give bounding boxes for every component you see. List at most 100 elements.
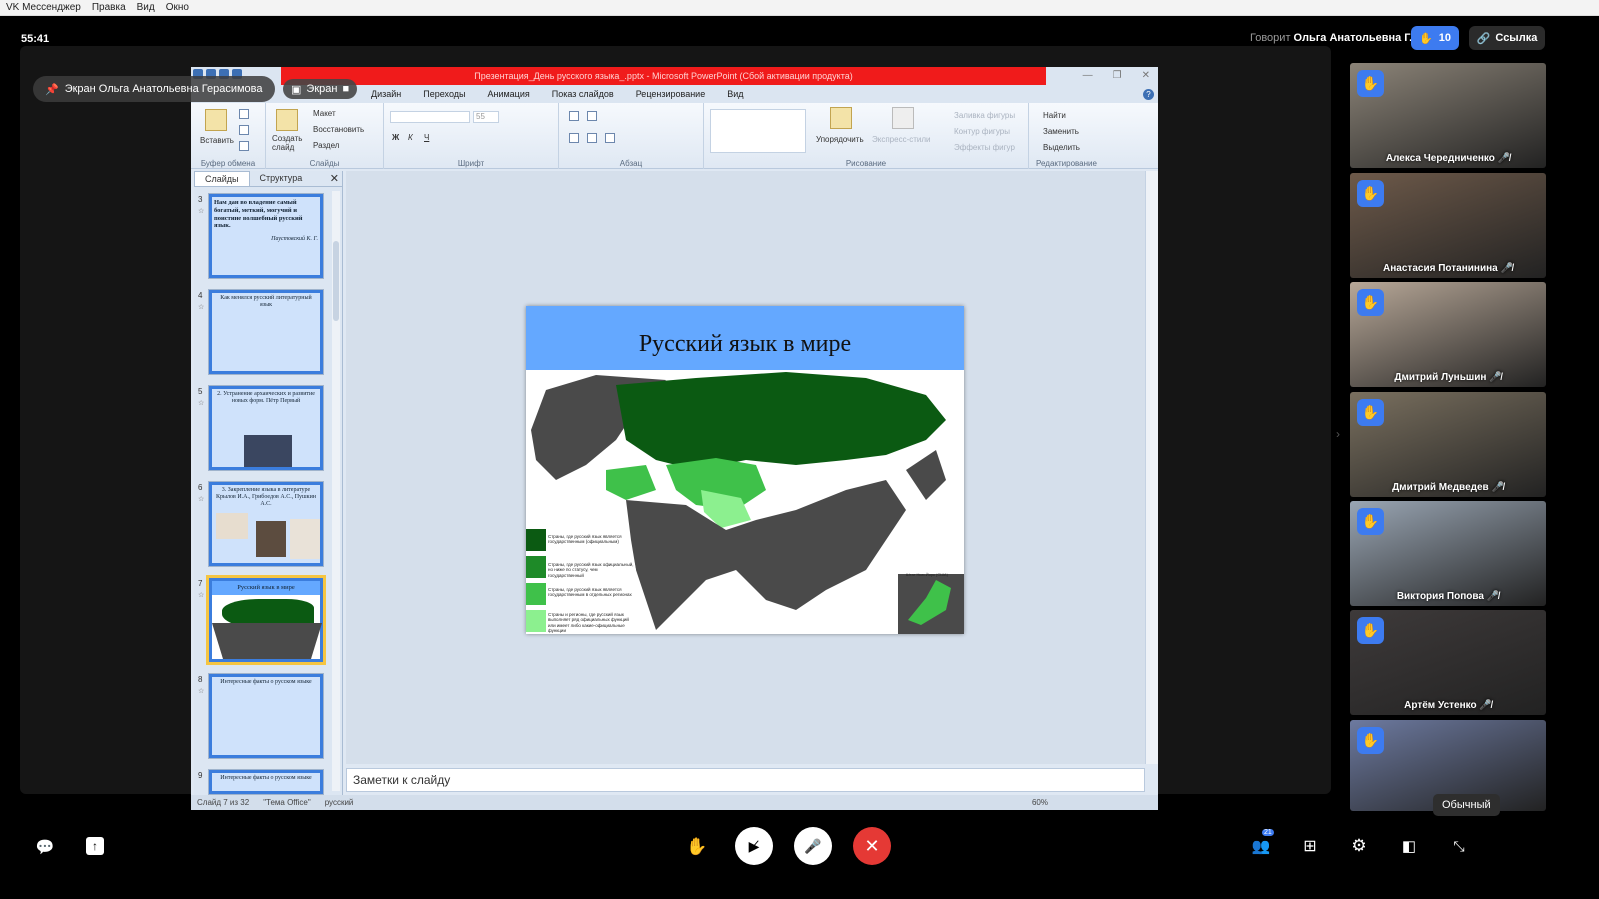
grid-view-icon[interactable]: ⊞ [1300,836,1320,856]
tab-review[interactable]: Рецензирование [636,89,706,99]
font-family-select[interactable] [390,111,470,123]
font-size-select[interactable]: 55 [473,111,499,123]
tab-slideshow[interactable]: Показ слайдов [552,89,614,99]
star-icon: ☆ [198,496,205,503]
align-center-icon[interactable] [587,133,597,143]
chevron-right-icon[interactable]: › [1336,427,1340,441]
shape-fill-button[interactable]: Заливка фигуры [954,111,1015,120]
slide-thumbnail-8[interactable]: Интересные факты о русском языке [208,673,324,759]
legend-swatch [526,610,546,632]
group-label-editing: Редактирование [1036,159,1097,168]
muted-mic-icon: 🎤̸ [1491,482,1504,493]
participant-tile[interactable]: ✋ Артём Устенко 🎤̸ [1350,610,1546,715]
close-icon[interactable]: ✕ [1142,70,1150,81]
menu-item-window[interactable]: Окно [166,2,189,13]
end-call-button[interactable]: ✕ [853,827,891,865]
align-right-icon[interactable] [605,133,615,143]
pane-tab-slides[interactable]: Слайды [194,171,250,186]
close-icon: ✕ [864,835,880,856]
thumb-text: Интересные факты о русском языке [220,679,312,685]
menu-item-edit[interactable]: Правка [92,2,126,13]
thumb-text: 2. Устранение архаических и развитие нов… [217,391,315,405]
reset-button[interactable]: Восстановить [313,125,364,134]
tab-transitions[interactable]: Переходы [423,89,465,99]
shape-effects-button[interactable]: Эффекты фигур [954,143,1015,152]
pane-scrollbar[interactable] [332,191,340,791]
screen-chip[interactable]: ▣ Экран ■ [283,79,358,99]
slide-canvas[interactable]: Русский язык в мире Страны, где русский … [346,171,1145,764]
participant-tile[interactable]: ✋ Виктория Попова 🎤̸ [1350,501,1546,606]
shape-outline-button[interactable]: Контур фигуры [954,127,1010,136]
select-button[interactable]: Выделить [1043,143,1080,152]
slide-thumbnail-3[interactable]: Нам дан во владение самый богатый, метки… [208,193,324,279]
menu-item-view[interactable]: Вид [137,2,155,13]
tab-animation[interactable]: Анимация [487,89,529,99]
raise-hand-button[interactable]: ✋ [686,836,708,858]
slide-thumbnail-7[interactable]: Русский язык в мире [206,575,326,665]
new-slide-icon[interactable] [276,109,298,131]
camera-off-button[interactable]: ▶̸ [735,827,773,865]
cut-icon[interactable] [239,109,249,119]
notes-field[interactable]: Заметки к слайду [346,768,1145,792]
speaking-label: Говорит [1250,32,1291,44]
zoom-level[interactable]: 60% [1032,798,1048,807]
find-button[interactable]: Найти [1043,111,1066,120]
slide-thumbnail-9[interactable]: Интересные факты о русском языке [208,769,324,795]
thumb-text: Русский язык в мире [212,581,320,595]
slide-thumbnail-5[interactable]: 2. Устранение архаических и развитие нов… [208,385,324,471]
chat-icon[interactable]: 💬 [34,836,56,858]
new-slide-button[interactable]: Создать слайд [272,134,308,153]
bold-button[interactable]: Ж [392,133,399,142]
pane-tab-outline[interactable]: Структура [250,171,313,186]
scroll-thumb[interactable] [333,241,339,321]
gear-icon[interactable]: ⚙ [1349,836,1369,856]
pin-icon[interactable]: 📌 [45,83,59,96]
participants-button[interactable]: 👥 21 [1250,829,1274,857]
underline-button[interactable]: Ч [424,133,429,142]
italic-button[interactable]: К [408,133,413,142]
raised-hands-button[interactable]: ✋ 10 [1411,26,1459,50]
arrange-icon[interactable] [830,107,852,129]
tab-view[interactable]: Вид [727,89,743,99]
bullets-icon[interactable] [569,111,579,121]
mic-off-button[interactable]: 🎤 [794,827,832,865]
menu-app-name[interactable]: VK Мессенджер [6,2,81,13]
share-screen-icon[interactable]: ↑ [86,837,104,855]
help-icon[interactable]: ? [1143,89,1154,100]
copy-link-button[interactable]: 🔗 Ссылка [1469,26,1545,50]
paste-button[interactable]: Вставить [200,136,234,145]
numbering-icon[interactable] [587,111,597,121]
participant-tile[interactable]: ✋ Алекса Чередниченко 🎤̸ [1350,63,1546,168]
theme-name: "Тема Office" [263,798,311,807]
language-indicator[interactable]: русский [325,798,354,807]
format-painter-icon[interactable] [239,141,249,151]
section-button[interactable]: Раздел [313,141,339,150]
restore-icon[interactable]: ❐ [1113,70,1122,81]
canvas-scrollbar[interactable] [1145,171,1158,764]
shapes-gallery[interactable] [710,109,806,153]
slide-thumbnail-4[interactable]: Как менялся русский литературный язык [208,289,324,375]
participant-tile[interactable]: ✋ Дмитрий Луньшин 🎤̸ [1350,282,1546,387]
thumb-number: 6 [198,483,203,492]
participant-name: Артём Устенко 🎤̸ [1404,700,1492,711]
close-pane-icon[interactable]: ✕ [330,172,339,185]
minimize-fullscreen-icon[interactable]: ⤡ [1449,836,1469,856]
paste-icon[interactable] [205,109,227,131]
pip-icon[interactable]: ◧ [1399,836,1419,856]
slide-thumbnail-6[interactable]: 3. Закрепление языка в литературе Крылов… [208,481,324,567]
tab-insert[interactable]: Дизайн [371,89,401,99]
arrange-button[interactable]: Упорядочить [816,135,864,144]
thumb-number: 8 [198,675,203,684]
layout-button[interactable]: Макет [313,109,336,118]
current-slide[interactable]: Русский язык в мире Страны, где русский … [526,306,964,634]
align-left-icon[interactable] [569,133,579,143]
participant-tile[interactable]: ✋ Анастасия Потанинина 🎤̸ [1350,173,1546,278]
participant-tile[interactable]: ✋ Дмитрий Медведев 🎤̸ [1350,392,1546,497]
camera-off-icon: ▶̸ [748,837,760,854]
copy-icon[interactable] [239,125,249,135]
minimize-icon[interactable]: — [1083,70,1093,81]
replace-button[interactable]: Заменить [1043,127,1079,136]
window-controls: — ❐ ✕ [1083,70,1150,81]
quick-styles-button[interactable]: Экспресс-стили [872,135,931,144]
quick-styles-icon[interactable] [892,107,914,129]
